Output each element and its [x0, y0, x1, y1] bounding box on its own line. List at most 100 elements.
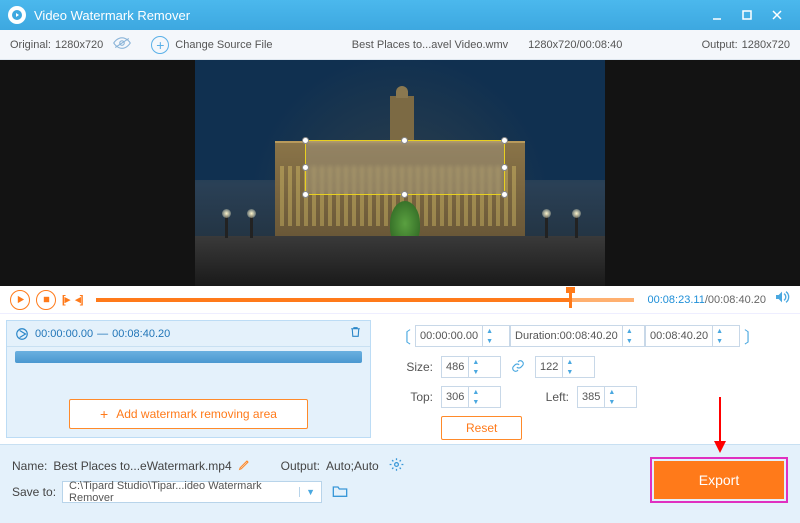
properties-panel: 〔 00:00:00.00 ▲▼ Duration:00:08:40.20 ▲▼… [377, 314, 800, 444]
clip-track[interactable] [15, 351, 362, 363]
plus-icon: + [100, 406, 108, 422]
height-value: 122 [540, 361, 558, 373]
bracket-right-icon[interactable]: 〕 [744, 324, 760, 348]
trim-end-value: 00:08:40.20 [650, 330, 708, 342]
path-dropdown-icon[interactable]: ▼ [299, 487, 321, 497]
output-format-label: Output: [281, 459, 320, 473]
width-value: 486 [446, 361, 464, 373]
watermark-selection-box[interactable] [305, 140, 505, 195]
video-canvas [195, 60, 605, 286]
source-filename: Best Places to...avel Video.wmv [352, 39, 508, 51]
segment-icon [15, 327, 29, 341]
output-label: Output: [702, 39, 738, 51]
reset-label: Reset [466, 421, 497, 435]
volume-icon[interactable] [774, 290, 790, 309]
stepper-up[interactable]: ▲ [623, 326, 636, 336]
change-source-button[interactable]: + Change Source File [151, 36, 272, 54]
left-field[interactable]: 385 ▲▼ [577, 386, 637, 408]
stepper-down[interactable]: ▼ [713, 336, 726, 346]
bottombar: Name: Best Places to...eWatermark.mp4 Ou… [0, 444, 800, 523]
play-button[interactable] [10, 290, 30, 310]
infobar: Original: 1280x720 + Change Source File … [0, 30, 800, 60]
preview-toggle-icon[interactable] [113, 37, 131, 52]
stepper-up[interactable]: ▲ [469, 357, 482, 367]
change-source-label: Change Source File [175, 39, 272, 51]
total-time: 00:08:40.20 [708, 294, 766, 306]
save-path-combo[interactable]: C:\Tipard Studio\Tipar...ideo Watermark … [62, 481, 322, 503]
clip-end: 00:08:40.20 [112, 328, 170, 340]
resize-handle[interactable] [501, 137, 508, 144]
workarea: 00:00:00.00 — 00:08:40.20 + Add watermar… [0, 314, 800, 444]
output-size: 1280x720 [742, 39, 790, 51]
resize-handle[interactable] [302, 191, 309, 198]
left-label: Left: [537, 390, 569, 404]
stepper-up[interactable]: ▲ [713, 326, 726, 336]
set-start-button[interactable]: [▸ [62, 293, 69, 306]
delete-clip-icon[interactable] [349, 325, 362, 342]
name-label: Name: [12, 459, 47, 473]
timeline-slider[interactable] [96, 295, 633, 305]
add-watermark-area-button[interactable]: + Add watermark removing area [69, 399, 308, 429]
set-end-button[interactable]: ◂] [75, 293, 82, 306]
trim-duration-field[interactable]: Duration:00:08:40.20 ▲▼ [510, 325, 645, 347]
titlebar: Video Watermark Remover [0, 0, 800, 30]
link-aspect-icon[interactable] [511, 359, 525, 376]
source-meta: 1280x720/00:08:40 [528, 39, 622, 51]
stepper-down[interactable]: ▼ [605, 397, 618, 407]
maximize-button[interactable] [732, 0, 762, 30]
resize-handle[interactable] [401, 191, 408, 198]
stepper-up[interactable]: ▲ [605, 387, 618, 397]
resize-handle[interactable] [501, 191, 508, 198]
output-format-value: Auto;Auto [326, 459, 379, 473]
top-value: 306 [446, 391, 464, 403]
edit-name-icon[interactable] [238, 458, 251, 474]
clip-start: 00:00:00.00 [35, 328, 93, 340]
trim-duration-value: 00:08:40.20 [560, 330, 618, 342]
export-label: Export [699, 472, 739, 488]
stop-button[interactable] [36, 290, 56, 310]
left-value: 385 [582, 391, 600, 403]
reset-button[interactable]: Reset [441, 416, 522, 440]
trim-start-value: 00:00:00.00 [420, 330, 478, 342]
original-size: 1280x720 [55, 39, 103, 51]
top-field[interactable]: 306 ▲▼ [441, 386, 501, 408]
timeline-thumb[interactable] [569, 292, 572, 308]
resize-handle[interactable] [501, 164, 508, 171]
width-field[interactable]: 486 ▲▼ [441, 356, 501, 378]
output-name: Best Places to...eWatermark.mp4 [53, 459, 231, 473]
saveto-label: Save to: [12, 485, 56, 499]
original-label: Original: [10, 39, 51, 51]
app-title: Video Watermark Remover [34, 8, 190, 23]
clip-row[interactable]: 00:00:00.00 — 00:08:40.20 [7, 321, 370, 347]
stepper-down[interactable]: ▼ [469, 397, 482, 407]
trim-end-field[interactable]: 00:08:40.20 ▲▼ [645, 325, 740, 347]
close-button[interactable] [762, 0, 792, 30]
export-button[interactable]: Export [654, 461, 784, 499]
open-folder-icon[interactable] [332, 484, 348, 501]
clip-sep: — [97, 328, 108, 340]
clips-panel: 00:00:00.00 — 00:08:40.20 + Add watermar… [6, 320, 371, 438]
stepper-up[interactable]: ▲ [563, 357, 576, 367]
trim-start-field[interactable]: 00:00:00.00 ▲▼ [415, 325, 510, 347]
current-time: 00:08:23.11 [648, 294, 705, 306]
bracket-left-icon[interactable]: 〔 [395, 324, 411, 348]
stepper-down[interactable]: ▼ [483, 336, 496, 346]
stepper-down[interactable]: ▼ [469, 367, 482, 377]
stepper-down[interactable]: ▼ [563, 367, 576, 377]
playback-controls: [▸ ◂] 00:08:23.11/00:08:40.20 [0, 286, 800, 314]
resize-handle[interactable] [401, 137, 408, 144]
size-label: Size: [391, 360, 433, 374]
resize-handle[interactable] [302, 137, 309, 144]
stepper-up[interactable]: ▲ [483, 326, 496, 336]
time-display: 00:08:23.11/00:08:40.20 [648, 294, 766, 306]
duration-label: Duration: [515, 330, 560, 342]
video-preview[interactable] [0, 60, 800, 286]
resize-handle[interactable] [302, 164, 309, 171]
minimize-button[interactable] [702, 0, 732, 30]
height-field[interactable]: 122 ▲▼ [535, 356, 595, 378]
app-logo-icon [8, 6, 26, 24]
output-settings-icon[interactable] [389, 457, 404, 475]
stepper-down[interactable]: ▼ [623, 336, 636, 346]
top-label: Top: [391, 390, 433, 404]
stepper-up[interactable]: ▲ [469, 387, 482, 397]
